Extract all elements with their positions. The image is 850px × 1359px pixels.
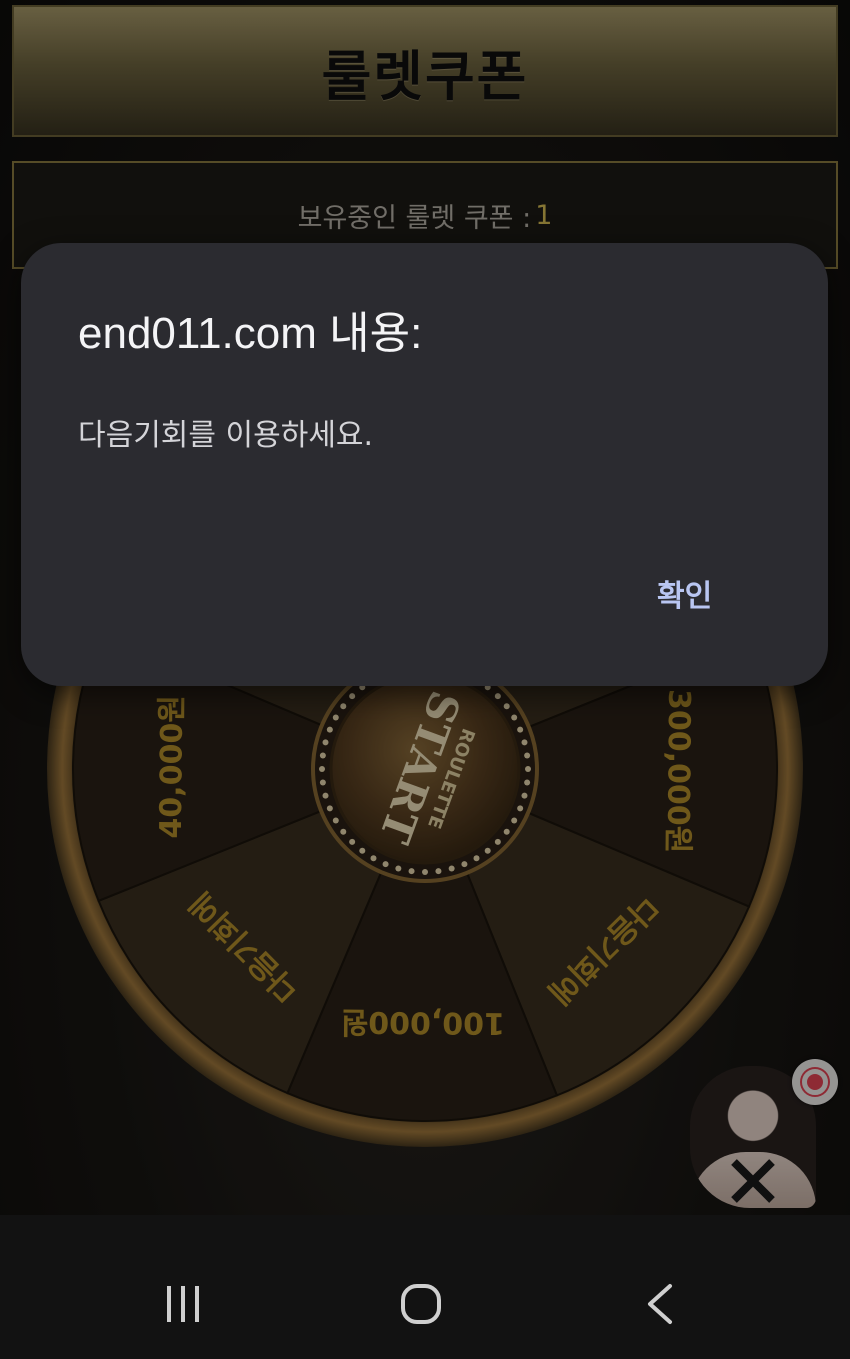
dialog-message: 다음기회를 이용하세요. (78, 418, 374, 453)
dialog-title: end011.com 내용: (78, 309, 423, 358)
home-icon[interactable] (398, 1282, 444, 1326)
ok-button[interactable]: 확인 (643, 565, 726, 621)
recent-apps-icon[interactable] (160, 1282, 206, 1326)
back-icon[interactable] (640, 1282, 680, 1326)
alert-dialog: end011.com 내용: 다음기회를 이용하세요. 확인 (21, 243, 828, 686)
